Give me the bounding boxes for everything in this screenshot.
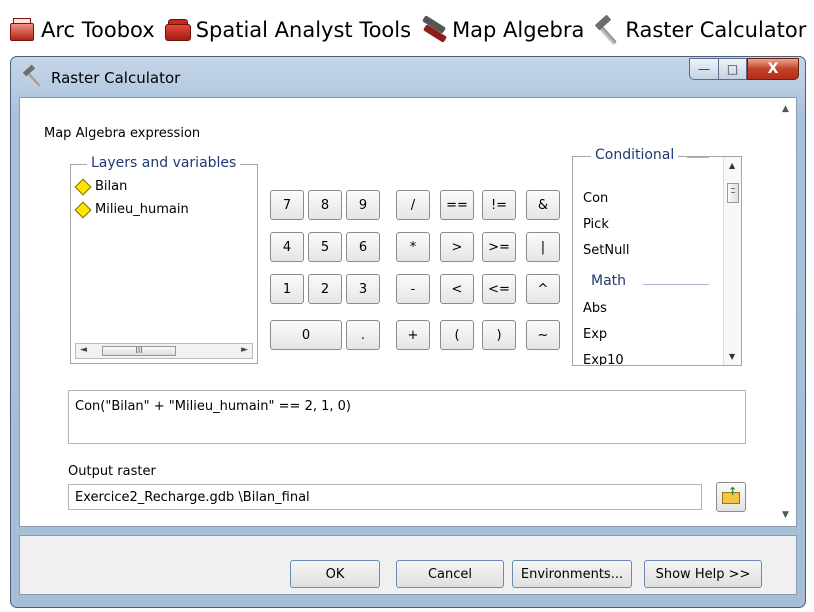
breadcrumb-label: Arc Toobox <box>41 18 155 42</box>
toolbox-icon <box>163 15 193 45</box>
key-decimal[interactable]: . <box>346 320 380 350</box>
key-plus[interactable]: + <box>396 320 430 350</box>
scroll-right-arrow-icon[interactable]: ► <box>241 345 248 355</box>
minimize-button[interactable]: — <box>689 58 719 80</box>
layer-item-milieu-humain[interactable]: Milieu_humain <box>74 201 189 218</box>
key-6[interactable]: 6 <box>346 232 380 262</box>
dialog-vertical-scrollbar[interactable]: ▲ ▼ <box>778 98 796 526</box>
key-3[interactable]: 3 <box>346 274 380 304</box>
key-4[interactable]: 4 <box>270 232 304 262</box>
breadcrumb-label: Raster Calculator <box>625 18 807 42</box>
maximize-button[interactable]: □ <box>719 58 747 80</box>
key-not[interactable]: ~ <box>526 320 560 350</box>
key-open-paren[interactable]: ( <box>440 320 474 350</box>
scroll-thumb[interactable]: III <box>102 346 176 356</box>
key-greater-equal[interactable]: >= <box>482 232 516 262</box>
scroll-thumb[interactable] <box>727 183 739 203</box>
raster-layer-icon <box>74 178 92 195</box>
environments-button[interactable]: Environments... <box>512 560 632 588</box>
breadcrumb-label: Spatial Analyst Tools <box>195 18 412 42</box>
key-and[interactable]: & <box>526 190 560 220</box>
output-raster-field[interactable]: Exercice2_Recharge.gdb \Bilan_final <box>68 484 702 510</box>
key-not-equal[interactable]: != <box>482 190 516 220</box>
layers-title: Layers and variables <box>87 155 241 171</box>
raster-layer-icon <box>74 201 92 218</box>
key-9[interactable]: 9 <box>346 190 380 220</box>
breadcrumb-item-map-algebra[interactable]: Map Algebra <box>419 15 584 45</box>
expression-input[interactable]: Con("Bilan" + "Milieu_humain" == 2, 1, 0… <box>68 390 746 444</box>
layer-label: Bilan <box>95 179 128 194</box>
layer-label: Milieu_humain <box>95 202 189 217</box>
layers-list[interactable]: Layers and variables Bilan Milieu_humain… <box>70 155 258 364</box>
key-close-paren[interactable]: ) <box>482 320 516 350</box>
scroll-down-arrow-icon[interactable]: ▼ <box>782 510 789 520</box>
hammer-icon <box>592 14 622 46</box>
close-button[interactable]: X <box>747 58 799 80</box>
key-1[interactable]: 1 <box>270 274 304 304</box>
key-minus[interactable]: - <box>396 274 430 304</box>
breadcrumb-label: Map Algebra <box>452 18 585 42</box>
scroll-up-arrow-icon[interactable]: ▲ <box>782 104 789 114</box>
tool-item-con[interactable]: Con <box>583 191 608 206</box>
key-8[interactable]: 8 <box>308 190 342 220</box>
breadcrumb-item-raster-calculator[interactable]: Raster Calculator <box>592 14 807 46</box>
title-bar[interactable]: Raster Calculator — □ X <box>11 57 805 99</box>
key-2[interactable]: 2 <box>308 274 342 304</box>
tool-item-abs[interactable]: Abs <box>583 301 607 316</box>
arc-toolbox-icon <box>8 15 38 45</box>
section-divider <box>643 284 709 285</box>
tool-item-exp10[interactable]: Exp10 <box>583 353 624 365</box>
scroll-up-arrow-icon[interactable]: ▲ <box>729 161 735 170</box>
key-7[interactable]: 7 <box>270 190 304 220</box>
map-algebra-icon <box>419 15 449 45</box>
scroll-down-arrow-icon[interactable]: ▼ <box>729 352 735 361</box>
math-title: Math <box>591 273 627 289</box>
tools-list[interactable]: Conditional Con Pick SetNull Math Abs Ex… <box>572 147 742 366</box>
key-0[interactable]: 0 <box>270 320 342 350</box>
show-help-button[interactable]: Show Help >> <box>644 560 762 588</box>
key-less[interactable]: < <box>440 274 474 304</box>
key-equal[interactable]: == <box>440 190 474 220</box>
dialog-footer: OK Cancel Environments... Show Help >> <box>19 535 797 595</box>
cancel-button[interactable]: Cancel <box>396 560 504 588</box>
dialog-body: Map Algebra expression Layers and variab… <box>19 97 797 527</box>
tool-item-pick[interactable]: Pick <box>583 217 609 232</box>
key-greater[interactable]: > <box>440 232 474 262</box>
hammer-icon <box>21 64 45 89</box>
breadcrumb-item-arc-toolbox[interactable]: Arc Toobox <box>8 15 155 45</box>
layer-item-bilan[interactable]: Bilan <box>74 178 128 195</box>
raster-calculator-window: Raster Calculator — □ X Map Algebra expr… <box>10 56 806 608</box>
key-less-equal[interactable]: <= <box>482 274 516 304</box>
arrow-icon: ↑ <box>728 485 738 498</box>
key-5[interactable]: 5 <box>308 232 342 262</box>
conditional-title: Conditional <box>591 147 679 163</box>
breadcrumb-item-spatial-analyst[interactable]: Spatial Analyst Tools <box>163 15 411 45</box>
breadcrumb: Arc Toobox Spatial Analyst Tools Map Alg… <box>8 10 814 50</box>
expression-label: Map Algebra expression <box>44 126 201 141</box>
window-title: Raster Calculator <box>51 69 181 87</box>
ok-button[interactable]: OK <box>290 560 380 588</box>
tool-item-setnull[interactable]: SetNull <box>583 243 630 258</box>
browse-button[interactable]: ↑ <box>716 482 746 512</box>
key-xor[interactable]: ^ <box>526 274 560 304</box>
key-or[interactable]: | <box>526 232 560 262</box>
layers-horizontal-scrollbar[interactable]: ◄ III ► <box>75 343 253 359</box>
output-raster-label: Output raster <box>68 464 156 479</box>
scroll-left-arrow-icon[interactable]: ◄ <box>80 345 87 355</box>
key-multiply[interactable]: * <box>396 232 430 262</box>
section-divider <box>687 157 709 158</box>
tool-item-exp[interactable]: Exp <box>583 327 607 342</box>
tools-vertical-scrollbar[interactable]: ▲ ▼ <box>723 157 741 365</box>
key-divide[interactable]: / <box>396 190 430 220</box>
